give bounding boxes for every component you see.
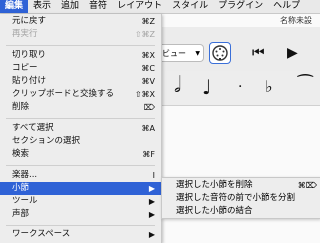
menu-item-label: 検索 [12, 149, 30, 159]
menu-item-undo[interactable]: 元に戻す ⌘Z [0, 15, 161, 28]
menu-item-cut[interactable]: 切り取り ⌘X [0, 49, 161, 62]
view-select[interactable]: ビュー ▼ [160, 44, 204, 62]
shortcut-label: ⌘X [141, 51, 155, 60]
document-title: 名称未設 [280, 16, 312, 25]
chevron-down-icon: ▼ [195, 50, 200, 57]
menu-item-label: セクションの選択 [12, 136, 81, 146]
menu-item-select-all[interactable]: すべて選択 ⌘A [0, 122, 161, 135]
menu-separator [6, 165, 155, 166]
menu-item-swap-clipboard[interactable]: クリップボードと交換する ⇧⌘X [0, 88, 161, 101]
play-icon[interactable]: ▶ [287, 45, 298, 61]
menu-item-label: 選択した音符の前で小節を分割 [176, 193, 296, 203]
measures-submenu: 選択した小節を削除 ⌘⌦ 選択した音符の前で小節を分割 選択した小節の結合 [161, 177, 320, 219]
submenu-item-delete-measures[interactable]: 選択した小節を削除 ⌘⌦ [162, 179, 320, 192]
menu-style[interactable]: スタイル [167, 0, 213, 13]
menu-item-voices[interactable]: 声部 ▶ [0, 208, 161, 221]
menu-item-select-section[interactable]: セクションの選択 [0, 135, 161, 148]
menu-item-label: 選択した小節を削除 [176, 180, 253, 190]
menu-item-label: すべて選択 [12, 123, 54, 133]
submenu-arrow-icon: ▶ [148, 210, 155, 219]
menu-item-delete[interactable]: 削除 ⌦ [0, 101, 161, 114]
shortcut-label: ⌘Z [141, 17, 155, 26]
menu-item-instruments[interactable]: 楽器... I [0, 169, 161, 182]
menu-add[interactable]: 追加 [56, 0, 84, 13]
view-select-label: ビュー [162, 49, 186, 58]
menu-item-redo[interactable]: 再実行 ⇧⌘Z [0, 28, 161, 41]
menu-item-label: 切り取り [12, 50, 47, 60]
menu-separator [6, 118, 155, 119]
midi-input-button[interactable] [209, 42, 231, 64]
quarter-note-icon[interactable]: ♩ [202, 75, 211, 99]
menu-item-label: 声部 [12, 209, 30, 219]
menu-item-label: 元に戻す [12, 16, 47, 26]
menubar: 編集 表示 追加 音符 レイアウト スタイル プラグイン ヘルプ [0, 0, 320, 14]
submenu-item-split-measure[interactable]: 選択した音符の前で小節を分割 [162, 192, 320, 205]
tie-icon[interactable]: ⁀ [298, 75, 312, 96]
delete-icon: ⌦ [143, 103, 155, 112]
menu-item-label: 貼り付け [12, 76, 47, 86]
shortcut-label: ⌘⌦ [297, 181, 317, 190]
menu-item-find[interactable]: 検索 ⌘F [0, 148, 161, 161]
menu-plugins[interactable]: プラグイン [213, 0, 268, 13]
menu-item-workspace[interactable]: ワークスペース ▶ [0, 228, 161, 241]
menu-help[interactable]: ヘルプ [268, 0, 305, 13]
menu-item-label: 選択した小節の結合 [176, 206, 253, 216]
shortcut-label: ⌘C [141, 64, 155, 73]
dot-icon[interactable]: · [238, 79, 242, 95]
menu-separator [6, 45, 155, 46]
flat-icon[interactable]: ♭ [265, 77, 273, 96]
midi-icon [212, 45, 228, 61]
half-note-icon[interactable]: 𝅗𝅥 [174, 73, 181, 98]
menu-separator [6, 225, 155, 226]
submenu-arrow-icon: ▶ [148, 197, 155, 206]
menu-item-label: 楽器... [12, 170, 38, 180]
menu-edit[interactable]: 編集 [0, 0, 29, 13]
shortcut-label: ⌘V [141, 77, 155, 86]
shortcut-label: ⌘A [141, 124, 155, 133]
shortcut-label: ⇧⌘Z [134, 30, 155, 39]
menu-item-paste[interactable]: 貼り付け ⌘V [0, 75, 161, 88]
edit-menu: 元に戻す ⌘Z 再実行 ⇧⌘Z 切り取り ⌘X コピー ⌘C 貼り付け ⌘V ク… [0, 14, 162, 243]
menu-item-label: ツール [12, 196, 38, 206]
shortcut-label: ⇧⌘X [134, 90, 155, 99]
note-palette: 𝅗𝅥 ♩ · ♭ ⁀ [160, 71, 320, 106]
menu-view[interactable]: 表示 [28, 0, 56, 13]
menu-item-label: 小節 [12, 183, 30, 193]
menu-item-label: ワークスペース [12, 229, 71, 239]
shortcut-label: I [152, 171, 155, 180]
menu-item-tools[interactable]: ツール ▶ [0, 195, 161, 208]
toolbar: ビュー ▼ ⏮ ▶ [160, 27, 320, 71]
submenu-item-join-measures[interactable]: 選択した小節の結合 [162, 205, 320, 218]
menu-layout[interactable]: レイアウト [112, 0, 167, 13]
menu-item-copy[interactable]: コピー ⌘C [0, 62, 161, 75]
menu-item-measures[interactable]: 小節 ▶ [0, 182, 161, 195]
submenu-arrow-icon: ▶ [148, 184, 155, 193]
shortcut-label: ⌘F [142, 150, 155, 159]
menu-item-label: 削除 [12, 102, 30, 112]
menu-notes[interactable]: 音符 [84, 0, 112, 13]
rewind-icon[interactable]: ⏮ [252, 45, 265, 61]
menu-item-label: 再実行 [12, 29, 38, 39]
menu-item-label: クリップボードと交換する [12, 89, 115, 99]
menu-item-label: コピー [12, 63, 38, 73]
submenu-arrow-icon: ▶ [148, 230, 155, 239]
